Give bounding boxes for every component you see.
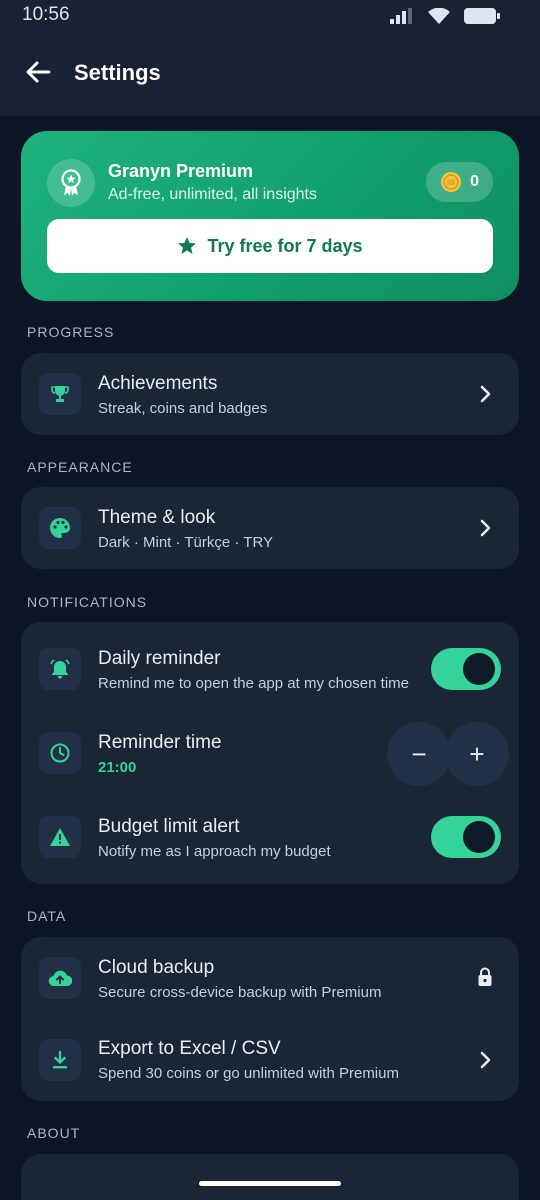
reminder-time-icon-box	[39, 732, 81, 774]
settings-item-budget-alert[interactable]: Budget limit alert Notify me as I approa…	[21, 796, 519, 884]
cloud-backup-subtitle: Secure cross-device backup with Premium	[98, 984, 382, 1001]
section-label-about: ABOUT	[27, 1125, 81, 1141]
section-label-data: DATA	[27, 908, 67, 924]
chevron-right-icon	[475, 518, 495, 538]
theme-icon-box	[39, 507, 81, 549]
reminder-time-value: 21:00	[98, 759, 137, 776]
page-title: Settings	[74, 60, 161, 85]
premium-badge	[47, 159, 95, 207]
settings-item-daily-reminder[interactable]: Daily reminder Remind me to open the app…	[21, 622, 519, 712]
download-icon	[53, 1050, 67, 1069]
budget-alert-title: Budget limit alert	[98, 816, 240, 837]
star-icon	[178, 237, 197, 254]
data-card: Cloud backup Secure cross-device backup …	[21, 937, 519, 1101]
theme-subtitle: Dark · Mint · Türkçe · TRY	[98, 534, 274, 551]
settings-item-achievements[interactable]: Achievements Streak, coins and badges	[21, 353, 519, 435]
notifications-card: Daily reminder Remind me to open the app…	[21, 622, 519, 884]
palette-icon	[50, 518, 70, 538]
settings-item-cloud-backup[interactable]: Cloud backup Secure cross-device backup …	[21, 937, 519, 1019]
reminder-time-title: Reminder time	[98, 732, 222, 753]
status-icons	[390, 8, 500, 24]
toggle-knob	[463, 653, 495, 685]
settings-item-export[interactable]: Export to Excel / CSV Spend 30 coins or …	[21, 1019, 519, 1101]
budget-alert-subtitle: Notify me as I approach my budget	[98, 843, 331, 860]
achievements-title: Achievements	[98, 373, 218, 394]
chevron-right-icon	[475, 384, 495, 404]
theme-title: Theme & look	[98, 507, 216, 528]
section-label-progress: PROGRESS	[27, 324, 115, 340]
daily-reminder-icon-box	[39, 648, 81, 690]
trophy-icon	[51, 386, 69, 402]
arrow-left-icon	[26, 61, 51, 83]
award-badge-icon	[61, 169, 81, 196]
back-button[interactable]	[18, 52, 58, 92]
achievements-subtitle: Streak, coins and badges	[98, 400, 268, 417]
cloud-upload-icon	[48, 970, 72, 987]
home-indicator[interactable]	[199, 1181, 341, 1186]
decrement-time-button[interactable]: −	[387, 722, 451, 786]
toggle-knob	[463, 821, 495, 853]
cloud-backup-title: Cloud backup	[98, 957, 215, 978]
increment-time-button[interactable]: +	[445, 722, 509, 786]
premium-card[interactable]: Granyn Premium Ad-free, unlimited, all i…	[21, 131, 519, 301]
section-label-appearance: APPEARANCE	[27, 459, 133, 475]
budget-alert-icon-box	[39, 816, 81, 858]
coin-count: 0	[470, 173, 479, 190]
section-label-notifications: NOTIFICATIONS	[27, 594, 148, 610]
premium-subtitle: Ad-free, unlimited, all insights	[108, 186, 317, 203]
settings-item-reminder-time: Reminder time 21:00 − +	[21, 712, 519, 796]
daily-reminder-toggle[interactable]	[431, 648, 501, 690]
app-bar: Settings	[0, 32, 540, 116]
achievements-icon-box	[39, 373, 81, 415]
status-bar: 10:56	[0, 0, 540, 32]
battery-icon	[464, 8, 500, 24]
export-icon-box	[39, 1039, 81, 1081]
export-title: Export to Excel / CSV	[98, 1038, 281, 1059]
about-card	[21, 1154, 519, 1200]
chevron-right-icon	[475, 1050, 495, 1070]
try-free-button[interactable]: Try free for 7 days	[47, 219, 493, 273]
clock-icon	[50, 743, 70, 763]
appearance-card: Theme & look Dark · Mint · Türkçe · TRY	[21, 487, 519, 569]
settings-item-theme[interactable]: Theme & look Dark · Mint · Türkçe · TRY	[21, 487, 519, 569]
daily-reminder-subtitle: Remind me to open the app at my chosen t…	[98, 675, 410, 692]
signal-icon	[390, 8, 412, 24]
warning-icon	[50, 828, 70, 846]
coin-icon	[441, 172, 462, 192]
bell-icon	[50, 659, 70, 679]
export-subtitle: Spend 30 coins or go unlimited with Prem…	[98, 1065, 399, 1082]
status-time: 10:56	[22, 4, 70, 25]
premium-title: Granyn Premium	[108, 161, 254, 181]
daily-reminder-title: Daily reminder	[98, 648, 221, 669]
budget-alert-toggle[interactable]	[431, 816, 501, 858]
wifi-icon	[428, 8, 450, 24]
coin-balance[interactable]: 0	[426, 162, 493, 202]
try-free-label: Try free for 7 days	[207, 235, 363, 256]
lock-icon	[475, 967, 495, 987]
cloud-backup-icon-box	[39, 957, 81, 999]
progress-card: Achievements Streak, coins and badges	[21, 353, 519, 435]
